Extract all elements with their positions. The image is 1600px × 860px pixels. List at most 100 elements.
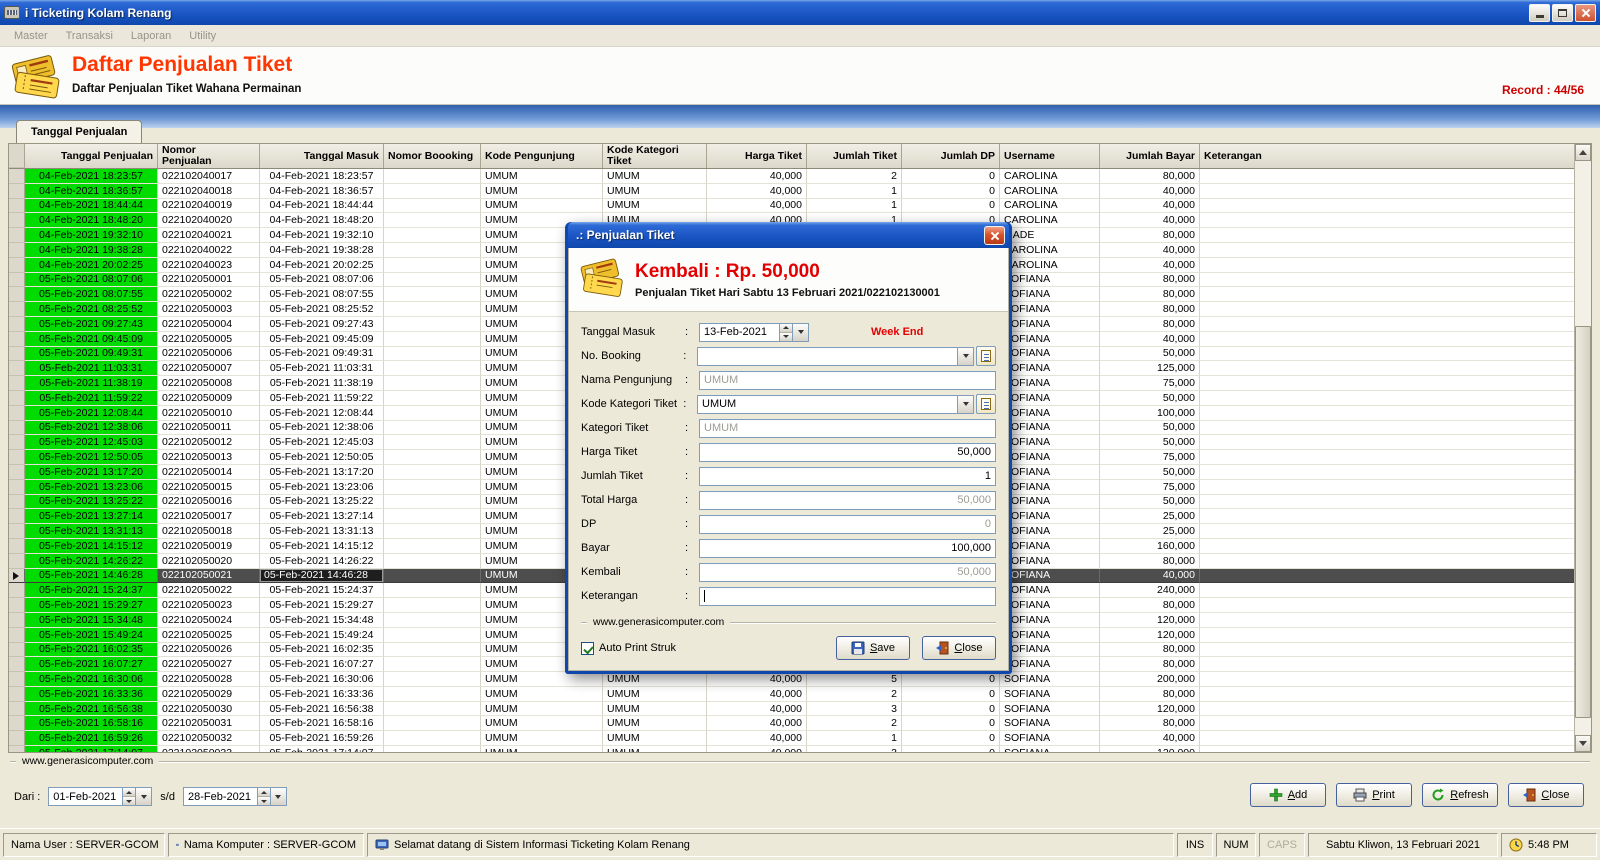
- jumlah-tiket-field[interactable]: 1: [699, 467, 996, 486]
- cell-nomor-booking: [384, 687, 481, 702]
- cell-kode-kategori-tiket: UMUM: [603, 702, 707, 717]
- column-header-kode-kategori-tiket[interactable]: Kode Kategori Tiket: [603, 144, 707, 168]
- cell-tanggal-penjualan: 05-Feb-2021 15:49:24: [25, 628, 158, 643]
- cell-nomor-penjualan: 022102050030: [158, 702, 260, 717]
- date-dropdown-button[interactable]: [792, 323, 809, 342]
- minimize-button[interactable]: [1529, 4, 1550, 22]
- cell-tanggal-masuk: 05-Feb-2021 15:49:24: [260, 628, 384, 643]
- auto-print-checkbox[interactable]: Auto Print Struk: [581, 642, 824, 655]
- column-header-tanggal-penjualan[interactable]: Tanggal Penjualan: [25, 144, 158, 168]
- kode-kategori-browse-button[interactable]: [976, 394, 996, 414]
- cell-username: SOFIANA: [1000, 465, 1100, 480]
- harga-tiket-field[interactable]: 50,000: [699, 443, 996, 462]
- date-spinner[interactable]: [779, 323, 792, 342]
- column-header-nomor-booking[interactable]: Nomor Boooking: [384, 144, 481, 168]
- cell-nomor-booking: [384, 450, 481, 465]
- date-spinner[interactable]: [257, 787, 270, 806]
- table-row[interactable]: 05-Feb-2021 16:30:06 022102050028 05-Feb…: [9, 672, 1591, 687]
- print-button[interactable]: Print: [1336, 783, 1412, 807]
- dialog-close-action-button[interactable]: Close: [922, 636, 996, 660]
- cell-nomor-booking: [384, 613, 481, 628]
- cell-nomor-booking: [384, 376, 481, 391]
- chevron-down-icon: [963, 402, 969, 406]
- keterangan-field[interactable]: [699, 587, 996, 606]
- table-row[interactable]: 04-Feb-2021 18:23:57 022102040017 04-Feb…: [9, 169, 1591, 184]
- ticket-logo-icon: [579, 256, 625, 303]
- table-row[interactable]: 04-Feb-2021 18:44:44 022102040019 04-Feb…: [9, 199, 1591, 214]
- column-header-keterangan[interactable]: Keterangan: [1200, 144, 1591, 168]
- row-indicator: [9, 273, 25, 288]
- save-button[interactable]: Save: [836, 636, 910, 660]
- cell-nomor-penjualan: 022102050005: [158, 332, 260, 347]
- cell-nomor-penjualan: 022102050008: [158, 376, 260, 391]
- tab-tanggal-penjualan[interactable]: Tanggal Penjualan: [16, 120, 142, 143]
- tanggal-masuk-input[interactable]: 13-Feb-2021: [699, 323, 809, 342]
- combo-dropdown-button[interactable]: [957, 395, 974, 414]
- scrollbar-track[interactable]: [1575, 161, 1591, 735]
- cell-username: SOFIANA: [1000, 731, 1100, 746]
- scrollbar-thumb[interactable]: [1575, 326, 1591, 718]
- cell-username: CAROLINA: [1000, 258, 1100, 273]
- date-to-input[interactable]: 28-Feb-2021: [183, 787, 287, 806]
- cell-harga-tiket: 40,000: [707, 672, 807, 687]
- cell-keterangan: [1200, 169, 1591, 184]
- bayar-field[interactable]: 100,000: [699, 539, 996, 558]
- table-row[interactable]: 05-Feb-2021 16:56:38 022102050030 05-Feb…: [9, 702, 1591, 717]
- date-dropdown-button[interactable]: [135, 787, 152, 806]
- cell-keterangan: [1200, 450, 1591, 465]
- auto-print-label: Auto Print Struk: [599, 642, 676, 654]
- scroll-down-button[interactable]: [1575, 735, 1591, 752]
- no-booking-combobox[interactable]: [697, 346, 996, 366]
- maximize-button[interactable]: [1552, 4, 1573, 22]
- refresh-button[interactable]: Refresh: [1422, 783, 1498, 807]
- vertical-scrollbar[interactable]: [1574, 144, 1591, 752]
- no-booking-browse-button[interactable]: [976, 346, 996, 366]
- cell-username: MADE: [1000, 228, 1100, 243]
- dialog-close-button[interactable]: [984, 226, 1005, 245]
- cell-keterangan: [1200, 228, 1591, 243]
- table-row[interactable]: 05-Feb-2021 16:58:16 022102050031 05-Feb…: [9, 716, 1591, 731]
- row-indicator: [9, 524, 25, 539]
- date-spinner[interactable]: [122, 787, 135, 806]
- cell-nomor-booking: [384, 524, 481, 539]
- column-header-nomor-penjualan[interactable]: Nomor Penjualan: [158, 144, 260, 168]
- cell-nomor-booking: [384, 598, 481, 613]
- menu-master[interactable]: Master: [6, 28, 56, 44]
- cell-tanggal-penjualan: 04-Feb-2021 18:23:57: [25, 169, 158, 184]
- column-header-tanggal-masuk[interactable]: Tanggal Masuk: [260, 144, 384, 168]
- cell-keterangan: [1200, 687, 1591, 702]
- column-header-jumlah-dp[interactable]: Jumlah DP: [902, 144, 1000, 168]
- menu-laporan[interactable]: Laporan: [123, 28, 179, 44]
- column-header-kode-pengunjung[interactable]: Kode Pengunjung: [481, 144, 603, 168]
- cell-kode-pengunjung: UMUM: [481, 169, 603, 184]
- dialog-title-bar: .: Penjualan Tiket: [568, 222, 1009, 248]
- table-row[interactable]: 05-Feb-2021 16:33:36 022102050029 05-Feb…: [9, 687, 1591, 702]
- close-button[interactable]: Close: [1508, 783, 1584, 807]
- kode-kategori-combobox[interactable]: UMUM: [697, 394, 996, 414]
- table-row[interactable]: 04-Feb-2021 18:36:57 022102040018 04-Feb…: [9, 184, 1591, 199]
- cell-tanggal-masuk: 05-Feb-2021 16:07:27: [260, 657, 384, 672]
- total-harga-label: Total Harga: [581, 494, 685, 506]
- combo-dropdown-button[interactable]: [957, 347, 974, 366]
- cell-nomor-booking: [384, 509, 481, 524]
- table-row[interactable]: 05-Feb-2021 16:59:26 022102050032 05-Feb…: [9, 731, 1591, 746]
- cell-username: SOFIANA: [1000, 317, 1100, 332]
- scroll-up-button[interactable]: [1575, 144, 1591, 161]
- cell-tanggal-masuk: 05-Feb-2021 14:26:22: [260, 554, 384, 569]
- cell-tanggal-masuk: 05-Feb-2021 13:25:22: [260, 495, 384, 510]
- menu-utility[interactable]: Utility: [181, 28, 224, 44]
- cell-tanggal-masuk: 05-Feb-2021 09:45:09: [260, 332, 384, 347]
- date-from-input[interactable]: 01-Feb-2021: [48, 787, 152, 806]
- close-window-button[interactable]: [1575, 4, 1596, 22]
- menu-bar: Master Transaksi Laporan Utility: [0, 25, 1600, 47]
- cell-nomor-penjualan: 022102040023: [158, 258, 260, 273]
- column-header-harga-tiket[interactable]: Harga Tiket: [707, 144, 807, 168]
- menu-transaksi[interactable]: Transaksi: [58, 28, 121, 44]
- table-row[interactable]: 05-Feb-2021 17:14:07 022102050033 05-Feb…: [9, 746, 1591, 752]
- column-header-jumlah-bayar[interactable]: Jumlah Bayar: [1100, 144, 1200, 168]
- date-dropdown-button[interactable]: [270, 787, 287, 806]
- column-header-jumlah-tiket[interactable]: Jumlah Tiket: [807, 144, 902, 168]
- add-button[interactable]: Add: [1250, 783, 1326, 807]
- column-header-username[interactable]: Username: [1000, 144, 1100, 168]
- cell-keterangan: [1200, 465, 1591, 480]
